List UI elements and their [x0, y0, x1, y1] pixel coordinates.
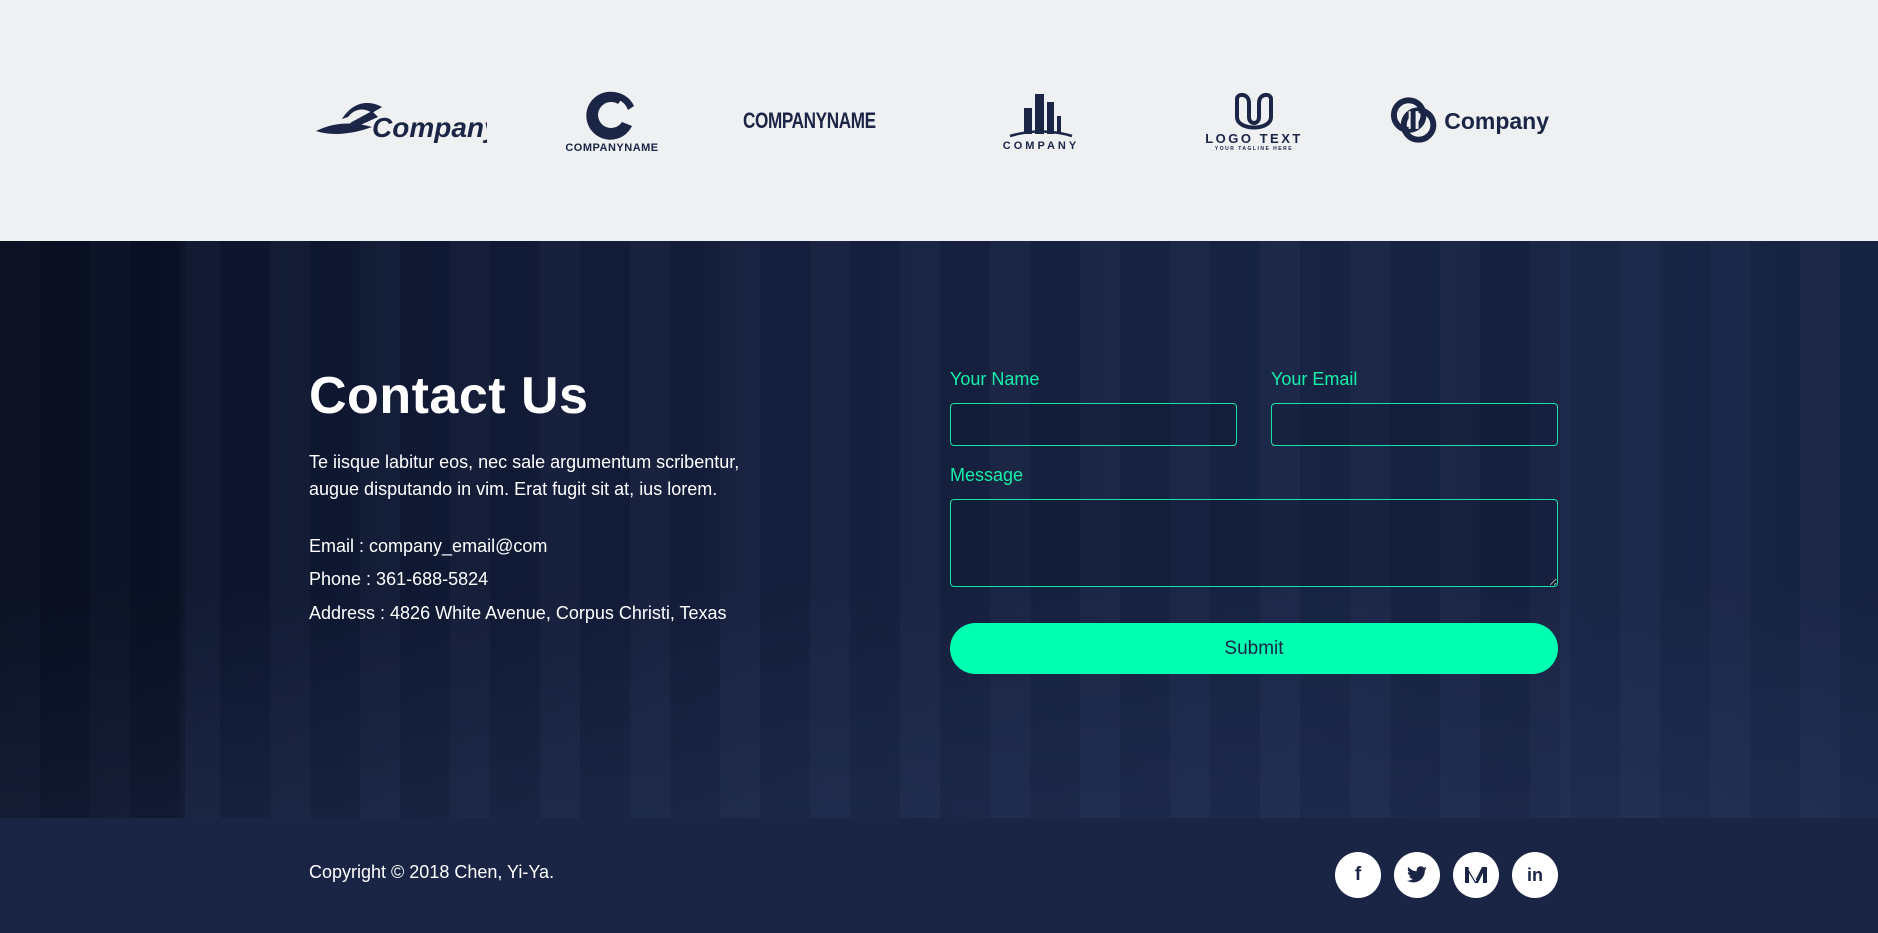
- submit-button[interactable]: Submit: [950, 623, 1558, 674]
- logo-6-text: Company: [1444, 107, 1549, 134]
- twitter-icon: [1407, 866, 1427, 883]
- linkedin-icon: in: [1527, 864, 1543, 885]
- chain-logo-icon: [1390, 97, 1437, 143]
- message-label: Message: [950, 465, 1024, 485]
- contact-address: Address : 4826 White Avenue, Corpus Chri…: [309, 603, 727, 623]
- u-loop-logo-icon: [1235, 92, 1273, 129]
- background-window-deco: [1560, 241, 1878, 818]
- facebook-icon: f: [1354, 864, 1362, 885]
- partner-logo-1: Company: [312, 86, 487, 156]
- partner-logo-2: COMPANYNAME: [556, 86, 668, 156]
- logo-1-text: Company: [372, 112, 487, 143]
- logo-3-text: COMPANYNAME: [742, 108, 876, 133]
- name-input[interactable]: [950, 403, 1237, 446]
- contact-email: Email : company_email@com: [309, 536, 548, 556]
- facebook-link[interactable]: f: [1335, 852, 1381, 898]
- contact-section: Contact Us Te iisque labitur eos, nec sa…: [0, 241, 1878, 818]
- footer: Copyright © 2018 Chen, Yi-Ya. f in: [0, 818, 1878, 933]
- email-label: Your Email: [1271, 369, 1358, 389]
- contact-title: Contact Us: [309, 367, 589, 425]
- partner-logo-3: COMPANYNAME: [742, 86, 910, 156]
- copyright-text: Copyright © 2018 Chen, Yi-Ya.: [309, 862, 555, 882]
- partner-logo-4: COMPANY: [996, 86, 1086, 156]
- partner-logos-band: Company COMPANYNAME COMPANYNAME COMPANY: [0, 0, 1878, 241]
- contact-description: Te iisque labitur eos, nec sale argument…: [309, 452, 740, 499]
- background-shadow-deco: [0, 241, 185, 818]
- medium-link[interactable]: [1453, 852, 1499, 898]
- contact-phone: Phone : 361-688-5824: [309, 569, 489, 589]
- c-ring-logo-icon: [586, 91, 634, 140]
- linkedin-link[interactable]: in: [1512, 852, 1558, 898]
- email-input[interactable]: [1271, 403, 1558, 446]
- logo-2-text: COMPANYNAME: [565, 142, 659, 154]
- twitter-link[interactable]: [1394, 852, 1440, 898]
- medium-icon: [1465, 867, 1487, 883]
- partner-logo-5: LOGO TEXT YOUR TAGLINE HERE: [1204, 86, 1304, 156]
- swoosh-logo-icon: Company: [316, 103, 487, 143]
- logo-5-text: LOGO TEXT: [1205, 130, 1303, 146]
- partner-logo-6: Company: [1387, 86, 1549, 156]
- name-label: Your Name: [950, 369, 1040, 389]
- buildings-logo-icon: [1009, 94, 1073, 138]
- message-textarea[interactable]: [950, 499, 1558, 587]
- logo-4-text: COMPANY: [1002, 140, 1080, 152]
- logo-5-tagline: YOUR TAGLINE HERE: [1214, 145, 1294, 152]
